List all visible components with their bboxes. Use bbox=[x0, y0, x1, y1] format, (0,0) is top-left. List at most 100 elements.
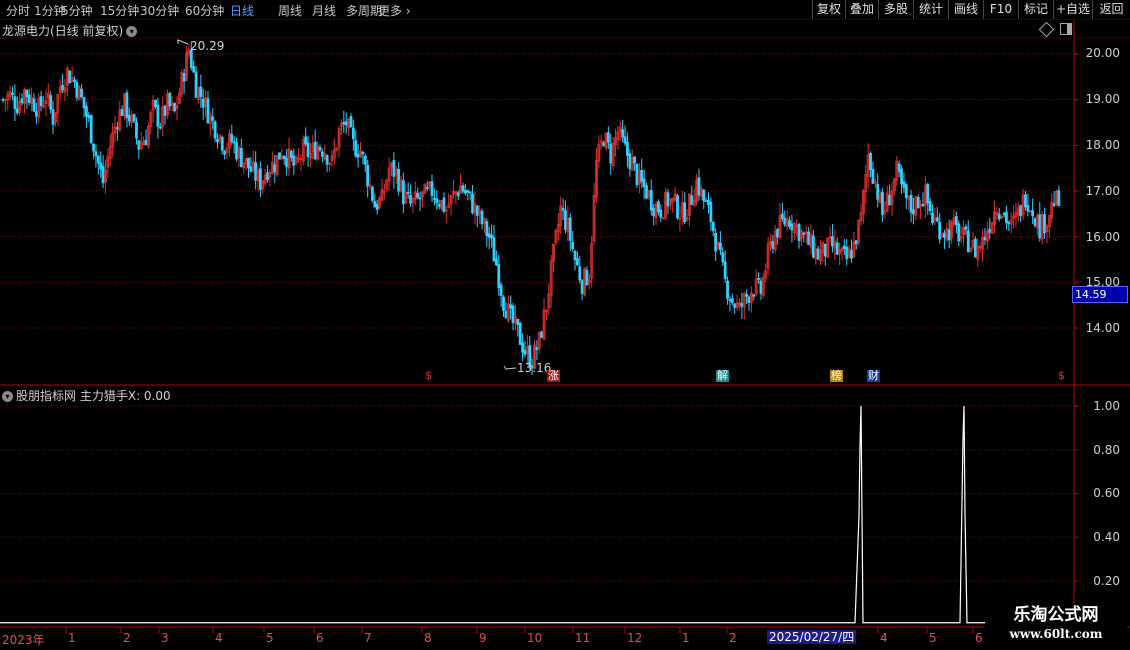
candle-body bbox=[747, 296, 751, 303]
candle-body bbox=[201, 98, 205, 108]
candle-body bbox=[1007, 221, 1011, 224]
candle-body bbox=[475, 205, 479, 216]
candle-body bbox=[239, 147, 243, 167]
candle-body bbox=[466, 190, 470, 193]
candle-body bbox=[273, 164, 277, 173]
candle-body bbox=[416, 192, 420, 198]
candle-body bbox=[711, 222, 715, 232]
candle-body bbox=[666, 192, 670, 207]
candle-body bbox=[957, 223, 961, 242]
month-label: 9 bbox=[479, 631, 487, 645]
candle-body bbox=[704, 200, 708, 203]
candle-body bbox=[144, 139, 148, 146]
indicator-y-tick: 1.00 bbox=[1093, 399, 1120, 413]
candle-body bbox=[432, 197, 436, 200]
candle-body bbox=[158, 126, 162, 129]
candle-body bbox=[702, 189, 706, 201]
chevron-down-icon[interactable]: ▾ bbox=[2, 391, 13, 402]
candle-body bbox=[497, 264, 501, 288]
event-marker-ranking[interactable]: 榜 bbox=[830, 370, 843, 382]
candle-body bbox=[89, 115, 93, 144]
candle-body bbox=[292, 155, 296, 166]
candle-body bbox=[51, 109, 55, 125]
year-label: 2023年 bbox=[2, 633, 45, 647]
month-label: 4 bbox=[215, 631, 223, 645]
high-price-label: 20.29 bbox=[190, 39, 225, 53]
candle-body bbox=[943, 232, 946, 238]
candle-body bbox=[211, 116, 215, 121]
panel-toggle-icon[interactable] bbox=[1060, 23, 1072, 35]
candle-body bbox=[34, 111, 38, 117]
month-label: 3 bbox=[161, 631, 169, 645]
candle-body bbox=[15, 108, 19, 114]
candle-body bbox=[602, 142, 606, 147]
candle-body bbox=[356, 153, 360, 158]
candle-body bbox=[723, 261, 727, 280]
candle-body bbox=[657, 201, 660, 213]
candle-body bbox=[690, 195, 694, 205]
event-marker-finance[interactable]: 财 bbox=[867, 370, 880, 382]
candle-body bbox=[811, 235, 815, 258]
candle-body bbox=[535, 347, 539, 351]
chevron-down-icon[interactable]: ▾ bbox=[126, 26, 138, 37]
chart-canvas[interactable] bbox=[0, 0, 1130, 650]
candle-body bbox=[719, 242, 722, 251]
month-label: 12 bbox=[627, 631, 643, 645]
candle-body bbox=[11, 92, 14, 95]
candle-body bbox=[516, 318, 520, 326]
candle-body bbox=[371, 186, 374, 201]
candle-body bbox=[342, 121, 346, 125]
candle-body bbox=[1002, 213, 1006, 216]
candle-body bbox=[623, 136, 627, 144]
candle-body bbox=[659, 209, 663, 218]
candle-body bbox=[32, 98, 36, 112]
indicator-source: 股朋指标网 bbox=[16, 389, 77, 403]
candle-body bbox=[628, 153, 632, 169]
candle-body bbox=[313, 141, 317, 160]
month-label: 5 bbox=[266, 631, 274, 645]
candle-body bbox=[697, 177, 701, 196]
candle-body bbox=[116, 127, 119, 130]
candle-body bbox=[487, 233, 491, 238]
y-tick-label: 16.00 bbox=[1085, 230, 1120, 244]
candle-body bbox=[642, 178, 646, 188]
event-marker-dividend[interactable]: $ bbox=[1057, 370, 1066, 382]
candle-body bbox=[206, 98, 210, 124]
candle-body bbox=[456, 192, 460, 197]
candle-body bbox=[96, 155, 100, 164]
candle-body bbox=[988, 228, 992, 233]
candle-body bbox=[304, 136, 308, 145]
indicator-y-tick: 0.80 bbox=[1093, 443, 1120, 457]
high-pointer bbox=[177, 39, 189, 45]
candle-body bbox=[850, 250, 853, 259]
event-marker-dividend[interactable]: $ bbox=[424, 370, 433, 382]
candle-body bbox=[606, 132, 610, 143]
candle-body bbox=[521, 342, 524, 353]
candle-body bbox=[132, 114, 136, 122]
candle-body bbox=[561, 208, 565, 211]
candle-body bbox=[502, 296, 505, 311]
month-label: 1 bbox=[68, 631, 76, 645]
candle-body bbox=[573, 251, 577, 261]
candle-body bbox=[974, 238, 977, 258]
candle-body bbox=[135, 122, 138, 139]
candle-body bbox=[921, 203, 925, 207]
candle-body bbox=[881, 191, 884, 215]
candle-body bbox=[728, 299, 732, 302]
candle-body bbox=[683, 202, 687, 223]
candle-body bbox=[494, 258, 498, 266]
candle-body bbox=[652, 207, 656, 216]
candle-body bbox=[621, 129, 625, 138]
month-label: 4 bbox=[880, 631, 888, 645]
event-marker-unlock[interactable]: 解 bbox=[716, 370, 729, 382]
main-chart-title: 龙源电力(日线 前复权) ▾ bbox=[2, 22, 138, 39]
month-label: 2 bbox=[123, 631, 131, 645]
candle-body bbox=[254, 162, 258, 181]
candle-body bbox=[363, 156, 367, 165]
candle-body bbox=[73, 79, 76, 82]
event-marker-limit-up[interactable]: 涨 bbox=[547, 370, 560, 382]
candle-body bbox=[366, 164, 370, 187]
candle-body bbox=[485, 221, 489, 236]
month-label: 11 bbox=[575, 631, 591, 645]
candle-body bbox=[101, 166, 105, 184]
